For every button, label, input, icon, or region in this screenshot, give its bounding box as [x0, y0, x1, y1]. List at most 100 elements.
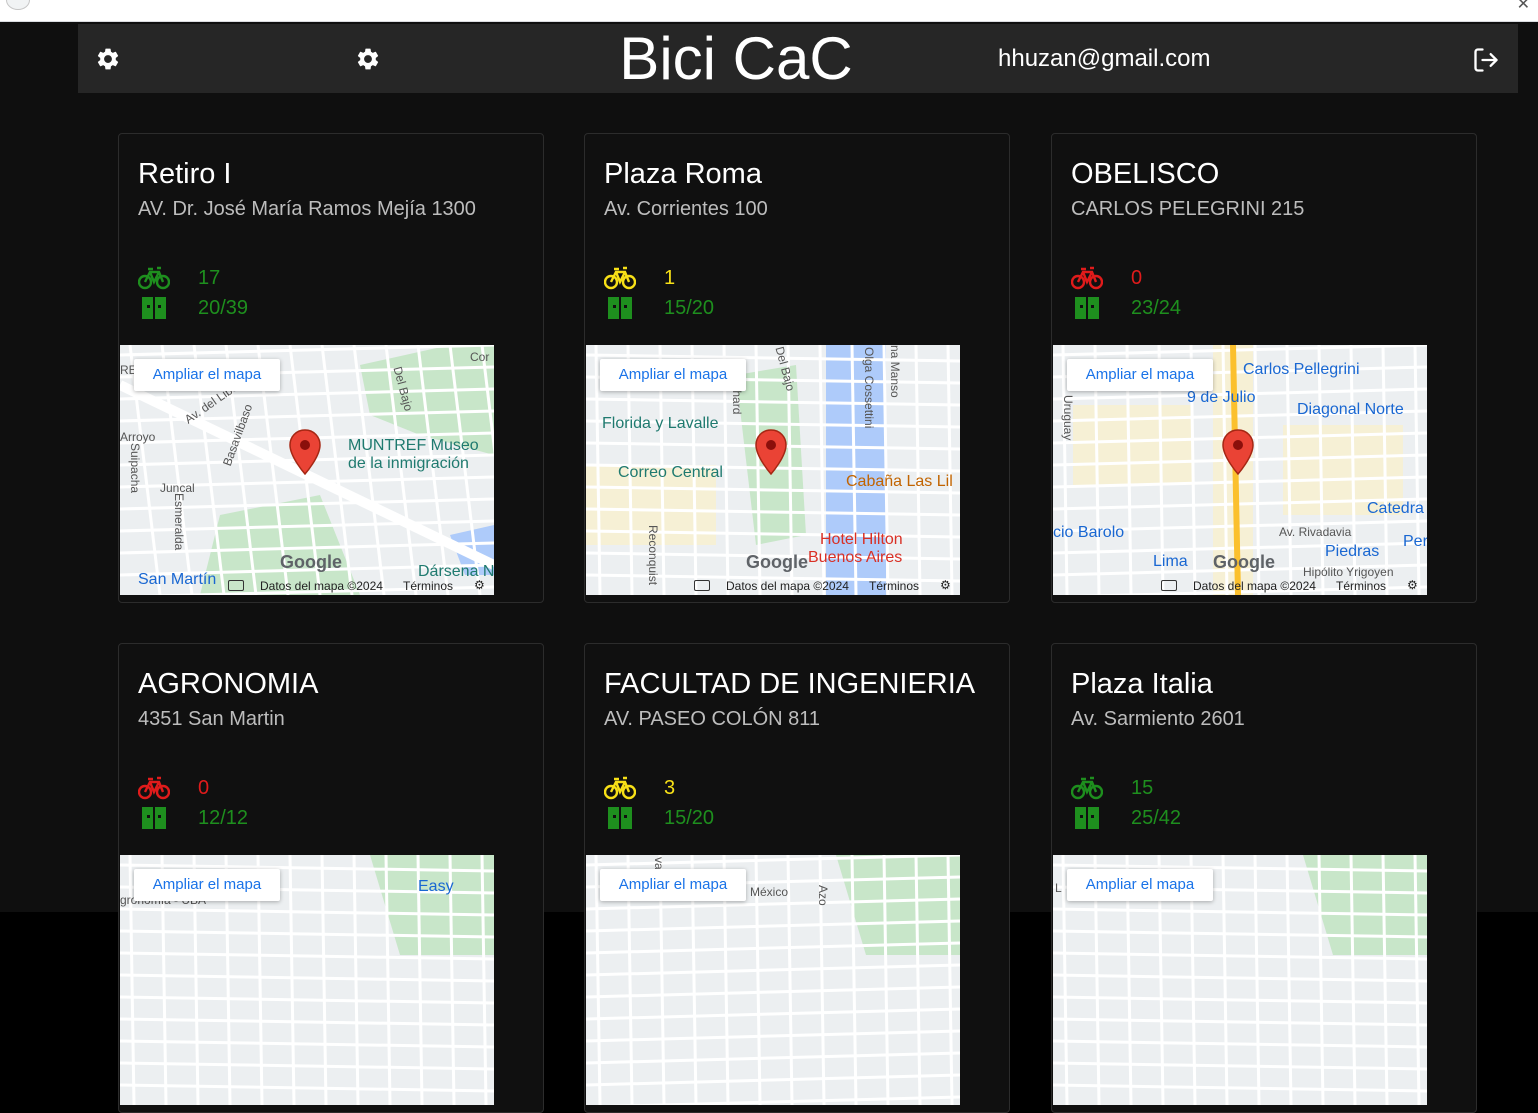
station-map[interactable]: Florida y Lavalle Correo Central Cabaña La… — [586, 345, 960, 595]
station-card[interactable]: AGRONOMIA 4351 San Martin 0 12/12 Easygronom… — [118, 643, 544, 1113]
station-card[interactable]: Retiro I AV. Dr. José María Ramos Mejía 1… — [118, 133, 544, 603]
google-logo: Google — [746, 552, 808, 572]
station-map[interactable]: Easygronomía - UBAAmpliar el mapa — [120, 855, 494, 1105]
station-map[interactable]: Carlos Pellegrini 9 de Julio Diagonal Nort… — [1053, 345, 1427, 595]
bike-icon — [603, 775, 637, 801]
map-label: Arroyo — [120, 430, 156, 444]
enlarge-map-link[interactable]: Ampliar el mapa — [600, 869, 746, 901]
admin-gear-icon[interactable] — [355, 46, 381, 72]
top-bar: Bici CaC hhuzan@gmail.com — [78, 24, 1518, 93]
report-bug-icon[interactable]: ⚙ — [1407, 578, 1418, 592]
map-label: L — [1055, 881, 1062, 895]
map-label: Uruguay — [1061, 395, 1075, 441]
enlarge-map-link[interactable]: Ampliar el mapa — [1067, 869, 1213, 901]
station-name: OBELISCO — [1071, 158, 1220, 190]
map-data-attribution: Datos del mapa ©2024 — [726, 579, 849, 593]
map-label: MUNTREF Museo — [348, 437, 479, 454]
station-card[interactable]: FACULTAD DE INGENIERIA AV. PASEO COLÓN 81… — [584, 643, 1010, 1113]
station-map[interactable]: L Ampliar el mapa — [1053, 855, 1427, 1105]
map-footer: Datos del mapa ©2024 Términos ⚙ — [586, 577, 960, 595]
bike-icon — [137, 775, 171, 801]
station-address: AV. Dr. José María Ramos Mejía 1300 — [138, 198, 476, 220]
keyboard-icon[interactable] — [694, 580, 710, 591]
docks-available: 12/12 — [198, 807, 249, 829]
enlarge-map-link[interactable]: Ampliar el mapa — [134, 869, 280, 901]
station-address: Av. Corrientes 100 — [604, 198, 768, 220]
map-label: Piedras — [1325, 543, 1380, 560]
station-map[interactable]: México Azo va Ampliar el mapa — [586, 855, 960, 1105]
report-bug-icon[interactable]: ⚙ — [940, 578, 951, 592]
settings-gear-icon[interactable] — [95, 46, 121, 72]
browser-chrome-strip: ✕ — [0, 0, 1538, 22]
map-terms-link[interactable]: Términos — [403, 579, 453, 593]
keyboard-icon[interactable] — [1161, 580, 1177, 591]
bike-icon — [603, 265, 637, 291]
map-label: Correo Central — [618, 464, 723, 481]
google-logo: Google — [280, 552, 342, 572]
station-name: FACULTAD DE INGENIERIA — [604, 668, 976, 700]
enlarge-map-link[interactable]: Ampliar el mapa — [1067, 359, 1213, 391]
browser-close-icon[interactable]: ✕ — [1517, 0, 1530, 14]
map-label: Esmeralda — [172, 493, 186, 551]
station-address: CARLOS PELEGRINI 215 — [1071, 198, 1305, 220]
docks-available: 25/42 — [1131, 807, 1182, 829]
google-logo: Google — [1213, 552, 1275, 572]
map-label: 9 de Julio — [1187, 389, 1256, 406]
map-label: Azo — [816, 885, 830, 906]
browser-site-icon — [6, 0, 30, 10]
map-label: Av. Rivadavia — [1279, 525, 1352, 539]
logout-icon[interactable] — [1472, 46, 1500, 74]
bikes-available: 3 — [664, 777, 676, 799]
station-map[interactable]: MUNTREF Museo de la inmigración Av. del Li… — [120, 345, 494, 595]
map-marker-icon[interactable] — [288, 429, 322, 476]
map-label: Olga Cossettini — [862, 347, 876, 429]
map-label: va — [652, 857, 666, 870]
dock-icon — [604, 295, 636, 321]
map-label: Florida y Lavalle — [602, 415, 719, 432]
map-footer: Datos del mapa ©2024 Términos ⚙ — [120, 577, 494, 595]
station-name: Plaza Italia — [1071, 668, 1213, 700]
dock-icon — [604, 805, 636, 831]
bikes-available: 1 — [664, 267, 676, 289]
bikes-available: 0 — [198, 777, 210, 799]
map-label: Carlos Pellegrini — [1243, 361, 1360, 378]
map-label: cio Barolo — [1053, 524, 1125, 541]
docks-available: 15/20 — [664, 297, 715, 319]
bikes-available: 15 — [1131, 777, 1154, 799]
map-label: Buenos Aires — [808, 549, 903, 566]
bikes-available: 0 — [1131, 267, 1143, 289]
station-address: 4351 San Martin — [138, 708, 285, 730]
map-footer: Datos del mapa ©2024 Términos ⚙ — [1053, 577, 1427, 595]
dock-icon — [1071, 805, 1103, 831]
map-data-attribution: Datos del mapa ©2024 — [260, 579, 383, 593]
map-terms-link[interactable]: Términos — [869, 579, 919, 593]
keyboard-icon[interactable] — [228, 580, 244, 591]
map-marker-icon[interactable] — [754, 429, 788, 476]
map-label: Suipacha — [128, 443, 142, 494]
station-card[interactable]: OBELISCO CARLOS PELEGRINI 215 0 23/24 Carlos… — [1051, 133, 1477, 603]
bike-icon — [1070, 775, 1104, 801]
bike-icon — [1070, 265, 1104, 291]
app-title: Bici CaC — [619, 25, 853, 92]
map-data-attribution: Datos del mapa ©2024 — [1193, 579, 1316, 593]
map-label: Cabaña Las Lil — [846, 473, 953, 490]
map-terms-link[interactable]: Términos — [1336, 579, 1386, 593]
map-marker-icon[interactable] — [1221, 429, 1255, 476]
dock-icon — [138, 295, 170, 321]
docks-available: 15/20 — [664, 807, 715, 829]
map-label: México — [750, 885, 789, 899]
map-label: Diagonal Norte — [1297, 401, 1404, 418]
station-address: Av. Sarmiento 2601 — [1071, 708, 1245, 730]
map-label: na Manso — [888, 345, 902, 398]
user-email: hhuzan@gmail.com — [998, 45, 1211, 72]
enlarge-map-link[interactable]: Ampliar el mapa — [600, 359, 746, 391]
station-address: AV. PASEO COLÓN 811 — [604, 708, 821, 730]
map-label: Hotel Hilton — [820, 531, 903, 548]
station-card[interactable]: Plaza Roma Av. Corrientes 100 1 15/20 Florid… — [584, 133, 1010, 603]
dock-icon — [138, 805, 170, 831]
dock-icon — [1071, 295, 1103, 321]
enlarge-map-link[interactable]: Ampliar el mapa — [134, 359, 280, 391]
station-card[interactable]: Plaza Italia Av. Sarmiento 2601 15 25/42 L Am… — [1051, 643, 1477, 1113]
bike-icon — [137, 265, 171, 291]
report-bug-icon[interactable]: ⚙ — [474, 578, 485, 592]
